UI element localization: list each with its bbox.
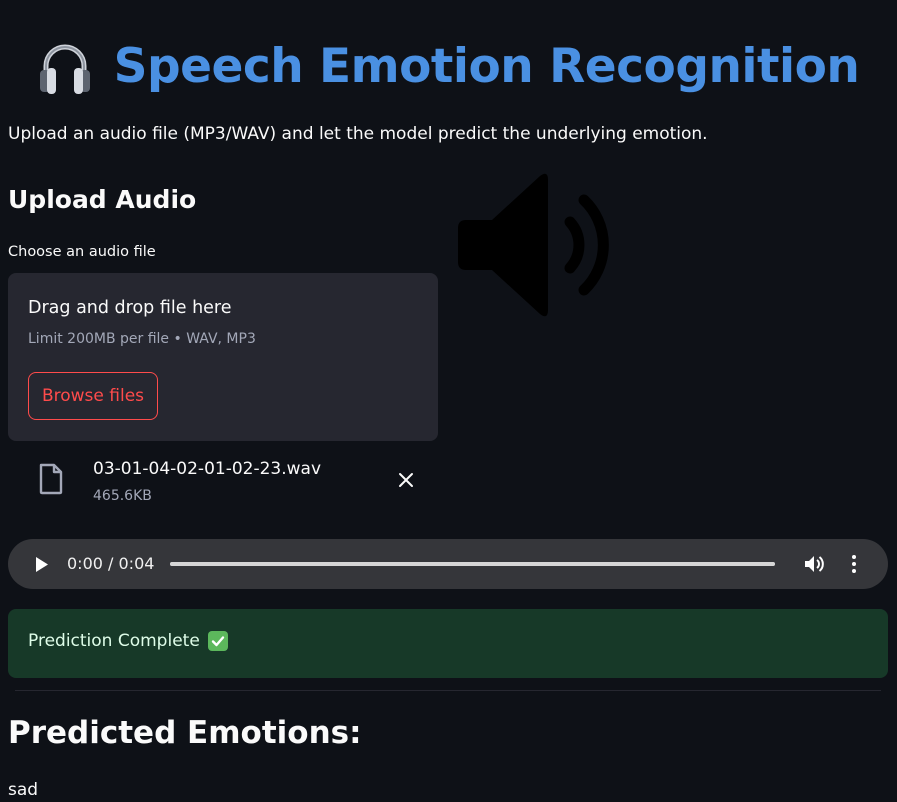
file-icon [38, 463, 64, 495]
title-row: Speech Emotion Recognition [0, 36, 897, 96]
uploaded-file-size: 465.6KB [93, 488, 152, 504]
uploaded-file-name: 03-01-04-02-01-02-23.wav [93, 459, 322, 479]
volume-icon[interactable] [804, 554, 826, 574]
success-alert: Prediction Complete [8, 609, 888, 678]
play-icon[interactable] [34, 556, 50, 573]
file-dropzone[interactable]: Drag and drop file here Limit 200MB per … [8, 273, 438, 441]
predicted-emotions-heading: Predicted Emotions: [8, 715, 362, 751]
dropzone-limit-text: Limit 200MB per file • WAV, MP3 [28, 331, 256, 347]
audio-progress-slider[interactable] [170, 562, 775, 566]
check-mark-icon [207, 631, 228, 651]
intro-text: Upload an audio file (MP3/WAV) and let t… [8, 124, 708, 144]
upload-heading: Upload Audio [8, 185, 197, 214]
player-time-display: 0:00 / 0:04 [67, 554, 155, 573]
uploaded-file-row: 03-01-04-02-01-02-23.wav 465.6KB [8, 455, 438, 515]
divider [15, 690, 881, 691]
audio-progress-fill [170, 562, 775, 566]
success-alert-content: Prediction Complete [28, 631, 228, 651]
success-message: Prediction Complete [28, 631, 200, 651]
dropzone-title: Drag and drop file here [28, 298, 232, 318]
speaker-icon [452, 170, 612, 320]
more-vertical-icon[interactable] [850, 554, 858, 574]
predicted-emotion-value: sad [8, 780, 39, 800]
file-uploader-label: Choose an audio file [8, 244, 156, 260]
headphones-icon [38, 38, 92, 96]
app-page: Speech Emotion Recognition Upload an aud… [0, 0, 897, 802]
close-icon[interactable] [398, 472, 414, 488]
page-title: Speech Emotion Recognition [113, 38, 860, 94]
audio-player: 0:00 / 0:04 [8, 539, 888, 589]
browse-files-button[interactable]: Browse files [28, 372, 158, 420]
